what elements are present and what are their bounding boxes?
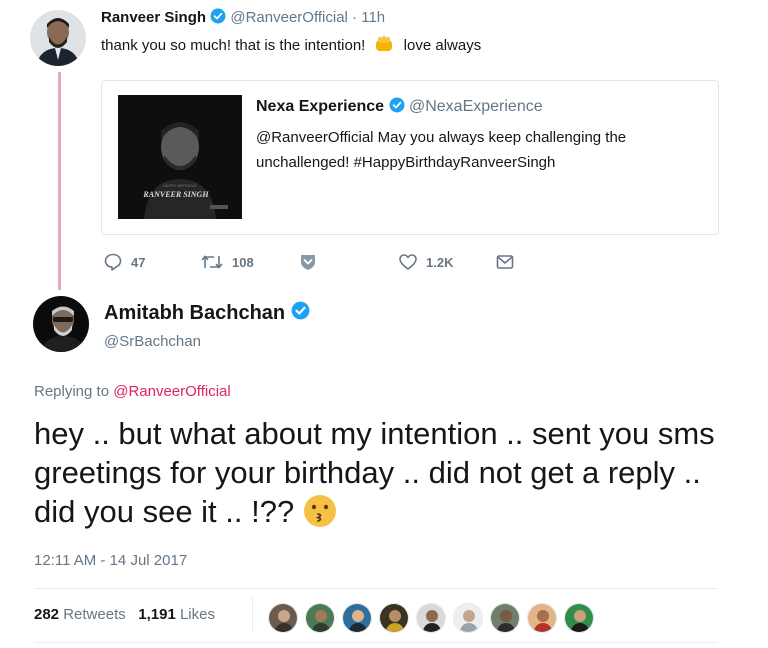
liker-avatar[interactable] [268,603,298,633]
reply-tweet-header: Ranveer Singh @RanveerOfficial · 11h [101,8,385,28]
main-tweet-text: hey .. but what about my intention .. se… [34,414,734,531]
replying-to-mention[interactable]: @RanveerOfficial [113,383,231,400]
liker-avatar[interactable] [416,603,446,633]
stats-divider [252,596,253,632]
verified-badge-icon [389,97,405,118]
likes-count: 1,191 [138,606,176,623]
reply-icon [103,252,123,272]
quoted-image-caption: RANVEER SINGH [142,190,209,199]
thread-connector-line [58,72,61,290]
replying-to-line: Replying to @RanveerOfficial [34,383,231,400]
divider-bottom [34,642,718,643]
retweet-count: 108 [232,254,254,270]
replying-to-prefix: Replying to [34,383,110,400]
main-author-handle[interactable]: @SrBachchan [104,333,201,350]
liker-avatar[interactable] [564,603,594,633]
amitabh-avatar[interactable] [33,296,89,352]
main-author-name[interactable]: Amitabh Bachchan [104,302,285,324]
shield-icon [298,252,318,272]
heart-icon [398,252,418,272]
liker-avatar[interactable] [342,603,372,633]
retweets-count: 282 [34,606,60,623]
kissing-face-emoji-icon [303,494,337,528]
quoted-tweet-header: Nexa Experience @NexaExperience [256,97,543,118]
quoted-author-name[interactable]: Nexa Experience [256,98,384,115]
retweet-button[interactable]: 108 [200,252,254,272]
retweet-icon [200,252,224,272]
likes-label: Likes [179,606,215,623]
like-count: 1.2K [426,254,454,270]
reply-tweet-text: thank you so much! that is the intention… [101,35,481,57]
liker-avatar[interactable] [527,603,557,633]
reply-text-part-1: thank you so much! that is the intention… [101,37,366,54]
engagement-stats: 282 Retweets 1,191 Likes [34,606,215,623]
direct-message-button[interactable] [298,252,318,272]
main-author-name-row: Amitabh Bachchan [104,301,310,326]
liker-avatar[interactable] [305,603,335,633]
verified-badge-icon [210,8,226,28]
divider-top [34,588,718,589]
liker-avatars [268,603,601,633]
raised-fist-emoji-icon [374,35,396,57]
like-button[interactable]: 1.2K [398,252,453,272]
quoted-tweet-image[interactable]: HAPPY BIRTHDAY RANVEER SINGH [118,95,242,219]
reply-author-name[interactable]: Ranveer Singh [101,9,206,26]
reply-author-handle[interactable]: @RanveerOfficial [230,9,348,26]
quoted-tweet-text: @RanveerOfficial May you always keep cha… [256,129,627,171]
main-tweet-body: hey .. but what about my intention .. se… [34,416,715,529]
quoted-tweet-card[interactable]: HAPPY BIRTHDAY RANVEER SINGH Nexa Experi… [101,80,719,235]
liker-avatar[interactable] [490,603,520,633]
liker-avatar[interactable] [453,603,483,633]
verified-badge-icon [291,301,310,326]
reply-count: 47 [131,254,146,270]
reply-button[interactable]: 47 [103,252,145,272]
retweets-stat[interactable]: 282 Retweets [34,606,126,623]
likes-stat[interactable]: 1,191 Likes [138,606,215,623]
reply-tweet-time[interactable]: · 11h [352,9,385,26]
envelope-icon [495,252,515,272]
quoted-image-small-text: HAPPY BIRTHDAY [163,183,198,188]
message-button[interactable] [495,252,515,272]
reply-text-part-2: love always [403,37,482,54]
ranveer-avatar[interactable] [30,10,86,66]
retweets-label: Retweets [63,606,126,623]
main-tweet-timestamp[interactable]: 12:11 AM - 14 Jul 2017 [34,552,187,569]
quoted-author-handle[interactable]: @NexaExperience [409,98,543,115]
liker-avatar[interactable] [379,603,409,633]
